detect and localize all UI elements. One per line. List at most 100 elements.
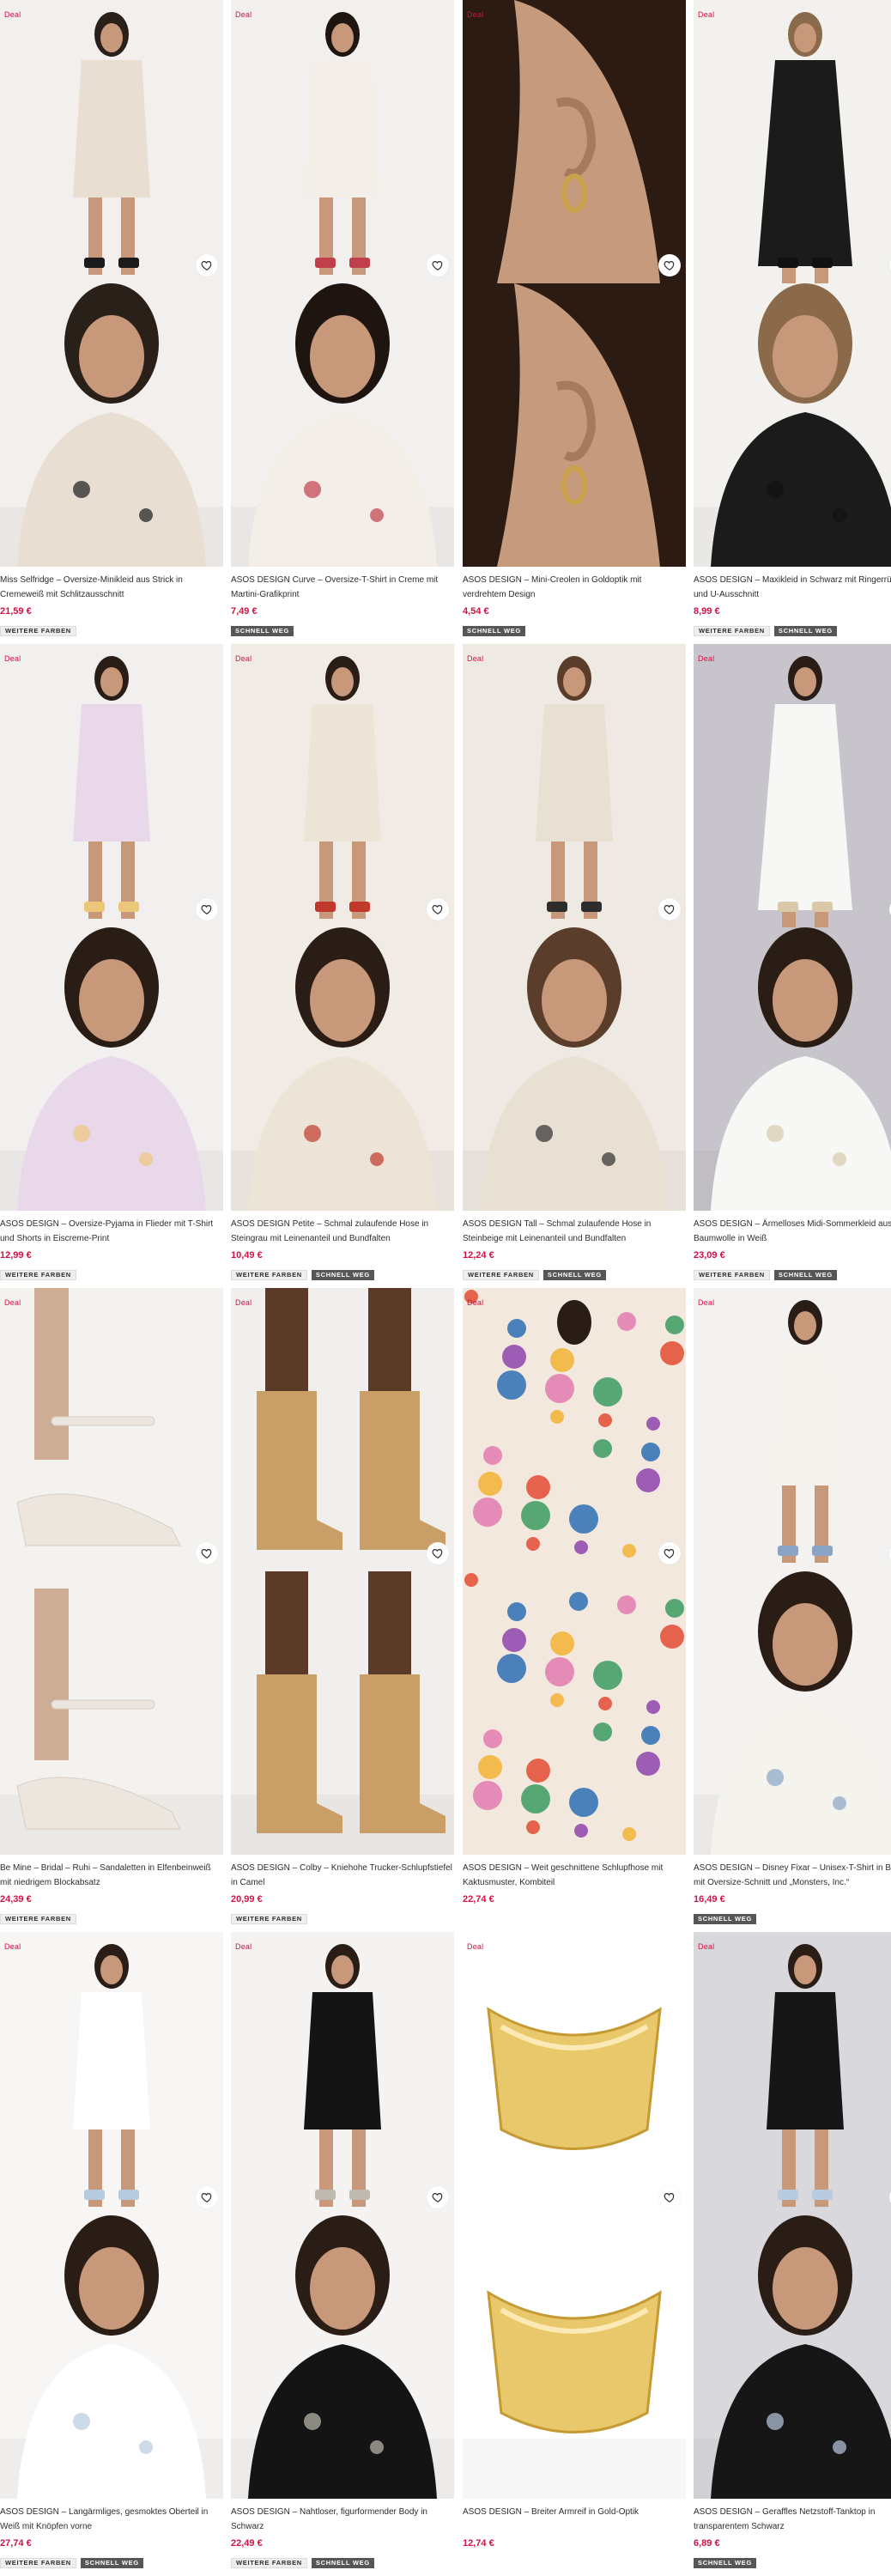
product-card[interactable]: Deal ASOS DESIGN – Langärmliges, gesmokte…	[0, 1932, 223, 2576]
product-image[interactable]	[694, 1288, 891, 1571]
product-image-alt[interactable]	[0, 1571, 223, 1855]
product-image[interactable]	[231, 644, 454, 927]
product-title[interactable]: ASOS DESIGN – Colby – Kniehohe Trucker-S…	[231, 1861, 452, 1890]
product-card[interactable]: Deal ASOS DESIGN – Breiter Armreif in Gol…	[463, 1932, 686, 2576]
product-title[interactable]: ASOS DESIGN – Nahtloser, figurformender …	[231, 2505, 452, 2534]
product-card[interactable]: Deal ASOS DESIGN – Nahtloser, figurformen…	[231, 1932, 454, 2576]
save-for-later-button[interactable]	[427, 254, 449, 276]
heart-icon	[664, 259, 676, 271]
product-image-alt[interactable]	[231, 1571, 454, 1855]
save-for-later-button[interactable]	[196, 2186, 218, 2208]
product-image[interactable]	[0, 1932, 223, 2215]
selling-fast-badge: SCHNELL WEG	[80, 2558, 143, 2568]
more-colors-badge: WEITERE FARBEN	[0, 1270, 76, 1280]
product-image[interactable]	[0, 644, 223, 927]
save-for-later-button[interactable]	[658, 898, 681, 920]
save-for-later-button[interactable]	[427, 1542, 449, 1564]
product-image[interactable]	[463, 0, 686, 283]
product-card[interactable]: Deal ASOS DESIGN Tall – Schmal zulaufende…	[463, 644, 686, 1288]
product-card[interactable]: Deal ASOS DESIGN Curve – Oversize-T-Shirt…	[231, 0, 454, 644]
product-title[interactable]: Miss Selfridge – Oversize-Minikleid aus …	[0, 573, 221, 602]
selling-fast-badge: SCHNELL WEG	[231, 626, 294, 636]
product-card[interactable]: Deal Be Mine – Bridal – Ruhi – Sandalette…	[0, 1288, 223, 1932]
product-image-alt[interactable]	[231, 927, 454, 1211]
product-title[interactable]: ASOS DESIGN – Weit geschnittene Schlupfh…	[463, 1861, 684, 1890]
product-title[interactable]: ASOS DESIGN – Langärmliges, gesmoktes Ob…	[0, 2505, 221, 2534]
product-title[interactable]: ASOS DESIGN Petite – Schmal zulaufende H…	[231, 1217, 452, 1246]
product-image-alt[interactable]	[231, 283, 454, 567]
deal-badge: Deal	[467, 1298, 484, 1307]
product-image-alt[interactable]	[231, 2215, 454, 2499]
product-title[interactable]: ASOS DESIGN – Disney Fixar – Unisex-T-Sh…	[694, 1861, 891, 1890]
save-for-later-button[interactable]	[196, 898, 218, 920]
deal-badge: Deal	[698, 1298, 715, 1307]
product-price: 22,49 €	[231, 2538, 263, 2549]
product-image-alt[interactable]	[694, 927, 891, 1211]
product-title[interactable]: ASOS DESIGN – Breiter Armreif in Gold-Op…	[463, 2505, 684, 2534]
product-card[interactable]: Deal ASOS DESIGN Petite – Schmal zulaufen…	[231, 644, 454, 1288]
product-image[interactable]	[694, 644, 891, 927]
product-image[interactable]	[0, 0, 223, 283]
more-colors-badge: WEITERE FARBEN	[463, 1270, 539, 1280]
product-image-alt[interactable]	[694, 1571, 891, 1855]
product-card[interactable]: Deal ASOS DESIGN – Geraffles Netzstoff-Ta…	[694, 1932, 891, 2576]
product-image-alt[interactable]	[463, 1571, 686, 1855]
product-card[interactable]: Deal ASOS DESIGN – Disney Fixar – Unisex-…	[694, 1288, 891, 1932]
product-image[interactable]	[463, 644, 686, 927]
product-grid: Deal Miss Selfridge – Oversize-Minikleid …	[0, 0, 891, 2576]
product-image[interactable]	[231, 1932, 454, 2215]
product-card[interactable]: Deal Miss Selfridge – Oversize-Minikleid …	[0, 0, 223, 644]
product-price: 10,49 €	[231, 1250, 263, 1261]
product-card[interactable]: Deal ASOS DESIGN – Weit geschnittene Schl…	[463, 1288, 686, 1932]
product-image-alt[interactable]	[0, 2215, 223, 2499]
product-title[interactable]: ASOS DESIGN Curve – Oversize-T-Shirt in …	[231, 573, 452, 602]
product-image[interactable]	[231, 0, 454, 283]
heart-icon	[432, 1547, 444, 1559]
product-title[interactable]: Be Mine – Bridal – Ruhi – Sandaletten in…	[0, 1861, 221, 1890]
more-colors-badge: WEITERE FARBEN	[0, 2558, 76, 2568]
product-image-alt[interactable]	[463, 927, 686, 1211]
product-title[interactable]: ASOS DESIGN – Oversize-Pyjama in Flieder…	[0, 1217, 221, 1246]
product-price: 22,74 €	[463, 1894, 494, 1905]
product-image[interactable]	[0, 1288, 223, 1571]
product-price: 12,74 €	[463, 2538, 494, 2549]
product-title[interactable]: ASOS DESIGN – Maxikleid in Schwarz mit R…	[694, 573, 891, 602]
deal-badge: Deal	[235, 1942, 252, 1951]
save-for-later-button[interactable]	[427, 898, 449, 920]
product-image[interactable]	[463, 1288, 686, 1571]
save-for-later-button[interactable]	[196, 1542, 218, 1564]
product-image-alt[interactable]	[463, 283, 686, 567]
heart-icon	[432, 2191, 444, 2203]
selling-fast-badge: SCHNELL WEG	[694, 1914, 756, 1924]
deal-badge: Deal	[467, 10, 484, 19]
product-card[interactable]: Deal ASOS DESIGN – Mini-Creolen in Goldop…	[463, 0, 686, 644]
product-image-alt[interactable]	[694, 2215, 891, 2499]
selling-fast-badge: SCHNELL WEG	[773, 1270, 837, 1280]
save-for-later-button[interactable]	[196, 254, 218, 276]
product-image[interactable]	[231, 1288, 454, 1571]
deal-badge: Deal	[698, 1942, 715, 1951]
heart-icon	[432, 903, 444, 915]
product-image-alt[interactable]	[463, 2215, 686, 2499]
product-image-alt[interactable]	[694, 283, 891, 567]
save-for-later-button[interactable]	[658, 254, 681, 276]
save-for-later-button[interactable]	[427, 2186, 449, 2208]
product-image-alt[interactable]	[0, 927, 223, 1211]
product-image[interactable]	[694, 0, 891, 283]
product-badges: WEITERE FARBEN SCHNELL WEG	[694, 1270, 837, 1280]
product-title[interactable]: ASOS DESIGN Tall – Schmal zulaufende Hos…	[463, 1217, 684, 1246]
product-image[interactable]	[463, 1932, 686, 2215]
save-for-later-button[interactable]	[658, 1542, 681, 1564]
product-title[interactable]: ASOS DESIGN – Geraffles Netzstoff-Tankto…	[694, 2505, 891, 2534]
product-image-alt[interactable]	[0, 283, 223, 567]
deal-badge: Deal	[698, 654, 715, 663]
product-image[interactable]	[694, 1932, 891, 2215]
product-card[interactable]: Deal ASOS DESIGN – Maxikleid in Schwarz m…	[694, 0, 891, 644]
product-card[interactable]: Deal ASOS DESIGN – Oversize-Pyjama in Fli…	[0, 644, 223, 1288]
product-badges: WEITERE FARBEN	[0, 626, 76, 636]
save-for-later-button[interactable]	[658, 2186, 681, 2208]
product-title[interactable]: ASOS DESIGN – Mini-Creolen in Goldoptik …	[463, 573, 684, 602]
product-card[interactable]: Deal ASOS DESIGN – Colby – Kniehohe Truck…	[231, 1288, 454, 1932]
product-title[interactable]: ASOS DESIGN – Ärmelloses Midi-Sommerklei…	[694, 1217, 891, 1246]
product-card[interactable]: Deal ASOS DESIGN – Ärmelloses Midi-Sommer…	[694, 644, 891, 1288]
